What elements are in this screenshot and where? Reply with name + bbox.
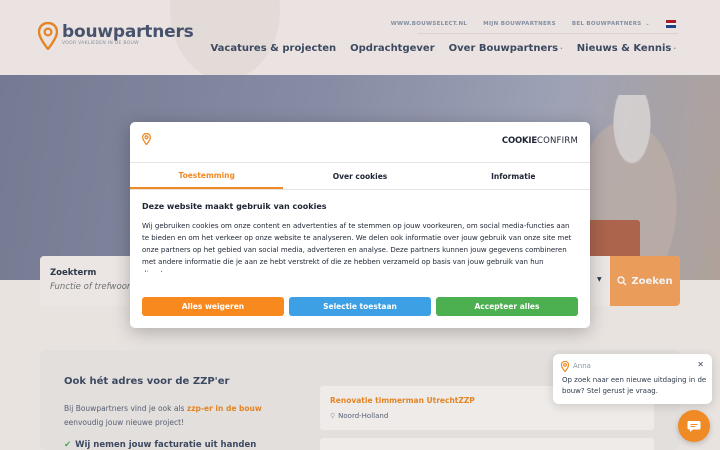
allow-selection-button[interactable]: Selectie toestaan (289, 297, 431, 316)
brand-bold: COOKIE (501, 136, 537, 146)
close-icon[interactable]: ✕ (697, 360, 704, 369)
cookie-consent-dialog: COOKIECONFIRM Toestemming Over cookies I… (130, 122, 590, 328)
accept-all-button[interactable]: Accepteer alles (436, 297, 578, 316)
chat-popup[interactable]: Anna ✕ Op zoek naar een nieuwe uitdaging… (553, 354, 712, 404)
chat-message: Op zoek naar een nieuwe uitdaging in de … (562, 376, 707, 395)
brand-thin: CONFIRM (536, 136, 578, 146)
cookie-buttons: Alles weigeren Selectie toestaan Accepte… (142, 297, 578, 316)
cookie-tabs: Toestemming Over cookies Informatie (130, 162, 590, 190)
cookieconfirm-logo: COOKIECONFIRM (502, 136, 578, 146)
cookie-body-text: Wij gebruiken cookies om onze content en… (142, 222, 572, 272)
tab-over-cookies[interactable]: Over cookies (283, 163, 436, 189)
cookie-heading: Deze website maakt gebruik van cookies (142, 202, 327, 211)
location-pin-icon (561, 361, 569, 372)
tab-toestemming[interactable]: Toestemming (130, 163, 284, 189)
chat-agent-name: Anna (573, 362, 591, 370)
chat-bubble-icon (687, 420, 701, 432)
reject-all-button[interactable]: Alles weigeren (142, 297, 284, 316)
chat-open-button[interactable] (678, 410, 710, 442)
location-pin-icon (142, 133, 151, 145)
tab-informatie[interactable]: Informatie (437, 163, 590, 189)
